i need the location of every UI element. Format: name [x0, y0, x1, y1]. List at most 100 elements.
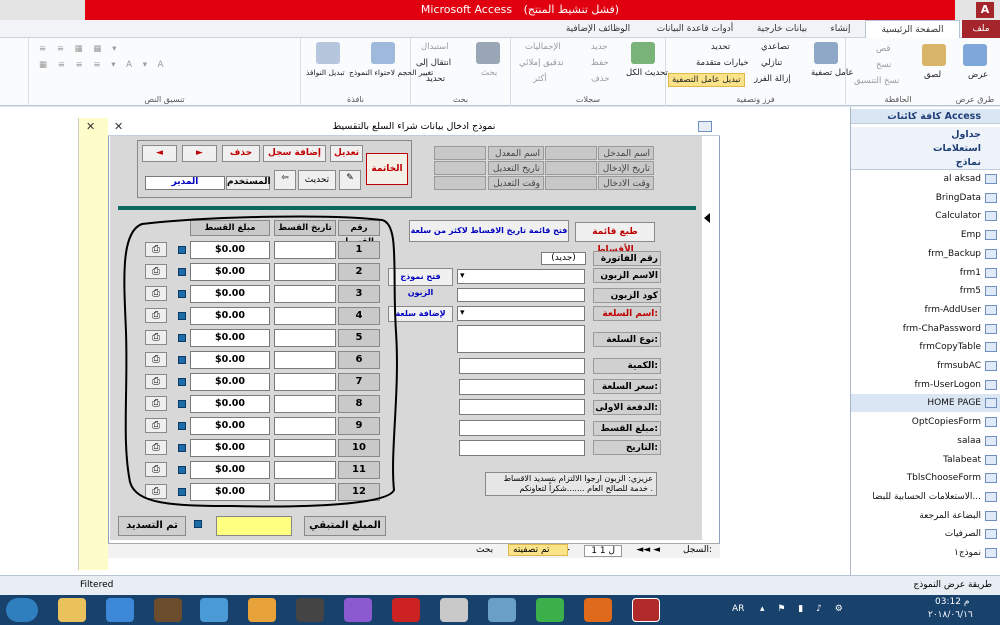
- toggle-filter-button[interactable]: تبديل عامل التصفية: [668, 73, 745, 87]
- format-controls[interactable]: ▦ ≡ ≡ ≡ ▾ A ▾ A: [39, 60, 167, 70]
- chrome-icon[interactable]: [536, 598, 564, 622]
- edit-button[interactable]: تعديل: [330, 145, 363, 162]
- tab-database-tools[interactable]: أدوات قاعدة البيانات: [645, 20, 745, 38]
- nav-form-item[interactable]: الصرفيات: [851, 525, 1000, 543]
- customer-code-field[interactable]: [457, 288, 585, 302]
- nav-form-item[interactable]: HOME PAGE: [851, 394, 1000, 413]
- invoice-no-field[interactable]: (جديد): [541, 252, 586, 265]
- start-button[interactable]: [6, 598, 38, 622]
- filtered-badge[interactable]: تم تصفيته: [508, 544, 568, 556]
- user-field[interactable]: المدير: [145, 176, 225, 190]
- size-to-fit-button[interactable]: تغيير الحجم لاحتواء النموذج: [349, 68, 433, 77]
- nav-group-tables[interactable]: جداول: [851, 127, 1000, 142]
- visual-studio-icon[interactable]: [344, 598, 372, 622]
- switch-windows-button[interactable]: تبديل النوافذ: [306, 68, 345, 77]
- record-nav-buttons[interactable]: ◄◄ ◄: [636, 545, 660, 555]
- ie-icon[interactable]: [106, 598, 134, 622]
- search-box[interactable]: بحث: [476, 545, 493, 555]
- nav-form-item[interactable]: Talabeat: [851, 451, 1000, 469]
- down-payment-field[interactable]: [459, 399, 585, 415]
- nav-form-item[interactable]: Calculator: [851, 207, 1000, 225]
- language-indicator[interactable]: AR: [732, 604, 744, 614]
- form-close-icon[interactable]: ✕: [114, 120, 123, 133]
- close-tab-icon[interactable]: ✕: [86, 120, 95, 133]
- spelling-button[interactable]: تدقيق إملائي: [519, 58, 564, 68]
- add-record-button[interactable]: إضافة سجل: [263, 145, 326, 162]
- format-painter-button[interactable]: نسخ التنسيق: [854, 76, 899, 86]
- replace-button[interactable]: استبدال: [421, 42, 449, 52]
- remaining-field[interactable]: [216, 516, 292, 536]
- filter-button[interactable]: عامل تصفية: [811, 68, 854, 78]
- paste-button[interactable]: لصق: [924, 70, 941, 80]
- tab-file[interactable]: ملف: [962, 20, 1000, 38]
- nav-form-item[interactable]: نموذج١: [851, 544, 1000, 562]
- app-icon-4[interactable]: [488, 598, 516, 622]
- app-icon-1[interactable]: [200, 598, 228, 622]
- tab-addins[interactable]: الوظائف الإضافية: [553, 20, 643, 38]
- nav-group-queries[interactable]: استعلامات: [851, 141, 1000, 156]
- remove-sort-button[interactable]: إزالة الفرز: [754, 74, 791, 84]
- find-button[interactable]: بحث: [481, 68, 497, 78]
- installment-amount-field[interactable]: [459, 420, 585, 436]
- nav-form-item[interactable]: frmCopyTable: [851, 338, 1000, 356]
- nav-form-item[interactable]: BringData: [851, 189, 1000, 207]
- access-taskbar-icon[interactable]: [632, 598, 660, 622]
- item-type-field[interactable]: [457, 325, 585, 353]
- item-price-field[interactable]: [459, 379, 585, 395]
- new-record-button[interactable]: جديد: [591, 42, 608, 52]
- nav-form-item[interactable]: frm-ChaPassword: [851, 320, 1000, 338]
- clock-time[interactable]: 03:12 م: [935, 597, 969, 607]
- nav-form-item[interactable]: البضاعة المرجعة: [851, 507, 1000, 525]
- refresh-button[interactable]: تحديث: [298, 170, 336, 190]
- delete-button[interactable]: حذف: [222, 145, 260, 162]
- prev-record-button[interactable]: ◄: [142, 145, 177, 162]
- goto-button[interactable]: انتقال إلى: [416, 58, 451, 68]
- quantity-field[interactable]: [459, 358, 585, 374]
- nav-form-item[interactable]: al aksad: [851, 170, 1000, 188]
- clock-date[interactable]: ٢٠١٨/٠٦/١٦: [928, 610, 973, 620]
- sort-descending-button[interactable]: تنازلي: [761, 58, 782, 68]
- paid-checkbox[interactable]: [194, 520, 202, 528]
- nav-form-item[interactable]: الاستعلامات الحسابية للبضا...: [851, 488, 1000, 506]
- app-icon-3[interactable]: [440, 598, 468, 622]
- explorer-icon[interactable]: [58, 598, 86, 622]
- tab-external-data[interactable]: بيانات خارجية: [747, 20, 817, 38]
- nav-form-item[interactable]: frm-UserLogon: [851, 376, 1000, 394]
- nav-form-item[interactable]: frm_Backup: [851, 245, 1000, 263]
- open-installment-list-button[interactable]: فتح قائمة تاريخ الاقساط لاكثر من سلعة: [409, 220, 569, 242]
- tab-home[interactable]: الصفحة الرئيسية: [865, 20, 960, 38]
- totals-button[interactable]: الإجماليات: [525, 42, 561, 52]
- nav-form-item[interactable]: salaa: [851, 432, 1000, 450]
- access-app-icon[interactable]: A: [976, 2, 994, 18]
- tray-icons[interactable]: ▴ ⚑ ▮ ♪ ⚙: [760, 604, 848, 614]
- nav-group-forms[interactable]: نماذج: [851, 155, 1000, 170]
- item-name-combo[interactable]: ▾: [457, 306, 585, 321]
- nav-pane-title[interactable]: كافة كائنات Access: [851, 109, 1000, 124]
- cut-button[interactable]: قص: [876, 44, 890, 54]
- tab-create[interactable]: إنشاء: [818, 20, 863, 38]
- nav-form-item[interactable]: frm1: [851, 264, 1000, 282]
- more-button[interactable]: أكثر: [533, 74, 547, 84]
- nav-form-item[interactable]: TblsChooseForm: [851, 469, 1000, 487]
- date-field[interactable]: [459, 440, 585, 456]
- exit-icon-button[interactable]: ⇦: [274, 170, 296, 190]
- nav-form-item[interactable]: Emp: [851, 226, 1000, 244]
- advanced-filter-button[interactable]: خيارات متقدمة: [696, 58, 749, 68]
- next-record-button[interactable]: ►: [182, 145, 217, 162]
- print-installments-button[interactable]: طبع قائمة الأقساط: [575, 222, 655, 255]
- nav-form-item[interactable]: OptCopiesForm: [851, 413, 1000, 431]
- opera-icon[interactable]: [392, 598, 420, 622]
- delete-record-button[interactable]: حذف: [591, 74, 610, 84]
- record-position[interactable]: 1 ل 1: [584, 545, 622, 557]
- edit-icon-button[interactable]: ✎: [339, 170, 361, 190]
- save-record-button[interactable]: حفظ: [591, 58, 609, 68]
- nav-form-item[interactable]: frm-AddUser: [851, 301, 1000, 319]
- media-player-icon[interactable]: [154, 598, 182, 622]
- sort-ascending-button[interactable]: تصاعدي: [761, 42, 790, 52]
- nav-form-item[interactable]: frm5: [851, 282, 1000, 300]
- customer-name-combo[interactable]: ▾: [457, 269, 585, 284]
- close-form-button[interactable]: الخاتمة: [366, 153, 408, 185]
- selection-button[interactable]: تحديد: [711, 42, 730, 52]
- nav-form-item[interactable]: frmsubAC: [851, 357, 1000, 375]
- font-controls[interactable]: ≡ ≡ ▦ ▦ ▾: [39, 44, 120, 54]
